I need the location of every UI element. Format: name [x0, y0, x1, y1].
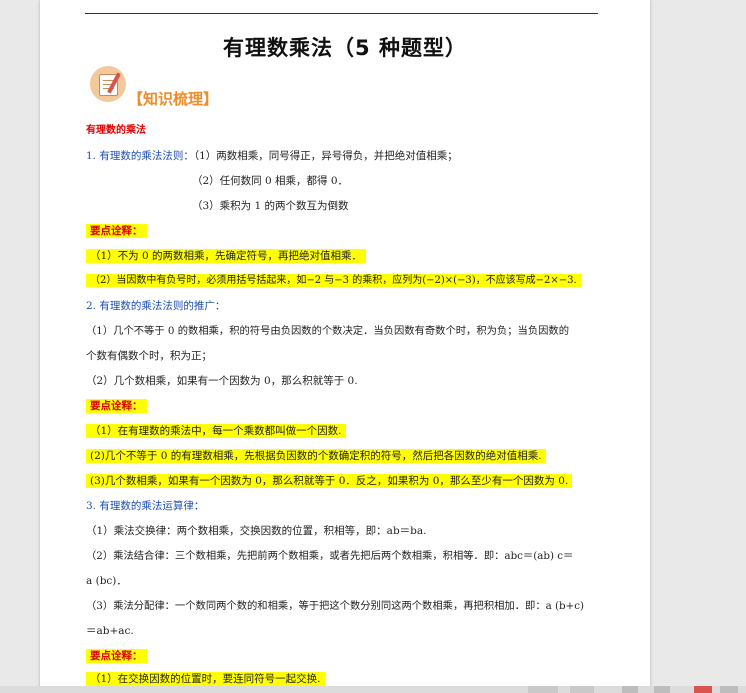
- section-heading: 【知识梳理】: [128, 90, 219, 108]
- zoom-out-icon[interactable]: [654, 686, 670, 693]
- notes1-heading-line: 要点诠释：: [86, 223, 147, 239]
- zoom-in-icon[interactable]: [720, 686, 738, 693]
- notes1-item1: （1）不为 0 的两数相乘，先确定符号，再把绝对值相乘．: [86, 249, 367, 263]
- notes1-item1-line: （1）不为 0 的两数相乘，先确定符号，再把绝对值相乘．: [86, 248, 367, 264]
- page-view-icon[interactable]: [622, 686, 638, 693]
- notes2-item2-line: (2)几个不等于 0 的有理数相乘，先根据负因数的个数确定积的符号，然后把各因数…: [86, 448, 546, 464]
- rule1-heading: 1. 有理数的乘法法则：: [86, 150, 194, 162]
- app-badge-icon[interactable]: [694, 686, 712, 693]
- header-rule: [85, 13, 598, 14]
- rule2-item1-line1: （1）几个不等于 0 的数相乘，积的符号由负因数的个数决定．当负因数有奇数个时，…: [86, 325, 570, 337]
- document-page: 有理数乘法（5 种题型） 【知识梳理】 有理数的乘法 1. 有理数的乘法法则：（…: [40, 0, 650, 693]
- notes2-item1-line: （1）在有理数的乘法中，每一个乘数都叫做一个因数.: [86, 423, 346, 439]
- notes1-item2: （2）当因数中有负号时，必须用括号括起来，如−2 与−3 的乘积，应列为(−2)…: [86, 274, 581, 287]
- rule2-item1-line2: 个数有偶数个时，积为正；: [86, 350, 212, 362]
- rule3-item1: （1）乘法交换律：两个数相乘，交换因数的位置，积相等，即：ab＝ba.: [86, 525, 427, 537]
- rule2-item2: （2）几个数相乘，如果有一个因数为 0，那么积就等于 0.: [86, 375, 358, 387]
- notes2-item1: （1）在有理数的乘法中，每一个乘数都叫做一个因数.: [86, 424, 346, 438]
- rule3-item2-line2: a (bc)．: [86, 575, 127, 587]
- rule3-item2-line1: （2）乘法结合律：三个数相乘，先把前两个数相乘，或者先把后两个数相乘，积相等．即…: [86, 550, 574, 562]
- rule1-item2: （2）任何数同 0 相乘，都得 0．: [192, 175, 349, 187]
- notes3-heading-line: 要点诠释：: [86, 648, 147, 664]
- status-bar: [0, 686, 746, 693]
- rule1-item3: （3）乘积为 1 的两个数互为倒数: [192, 200, 349, 212]
- rule2-heading: 2. 有理数的乘法法则的推广：: [86, 300, 226, 312]
- rule3-item3-line1: （3）乘法分配律：一个数同两个数的和相乘，等于把这个数分别同这两个数相乘，再把积…: [86, 600, 585, 612]
- view-mode-icon[interactable]: [528, 686, 558, 693]
- notes2-heading: 要点诠释：: [86, 399, 147, 413]
- notes2-item3: (3)几个数相乘，如果有一个因数为 0，那么积就等于 0．反之，如果积为 0，那…: [86, 474, 573, 488]
- notes1-item2-line: （2）当因数中有负号时，必须用括号括起来，如−2 与−3 的乘积，应列为(−2)…: [86, 273, 581, 289]
- notes2-heading-line: 要点诠释：: [86, 398, 147, 414]
- notes3-item1-line: （1）在交换因数的位置时，要连同符号一起交换.: [86, 671, 325, 687]
- notes1-heading: 要点诠释：: [86, 224, 147, 238]
- layout-icon[interactable]: [570, 686, 594, 693]
- page-title: 有理数乘法（5 种题型）: [223, 36, 467, 60]
- rule3-item3-line2: ＝ab+ac.: [86, 625, 134, 637]
- rule3-heading: 3. 有理数的乘法运算律：: [86, 500, 205, 512]
- notes2-item3-line: (3)几个数相乘，如果有一个因数为 0，那么积就等于 0．反之，如果积为 0，那…: [86, 473, 573, 489]
- notebook-icon: [90, 66, 126, 102]
- rule1-item1: （1）两数相乘，同号得正，异号得负，并把绝对值相乘；: [193, 150, 458, 162]
- notes3-heading: 要点诠释：: [86, 649, 147, 663]
- notes2-item2: (2)几个不等于 0 的有理数相乘，先根据负因数的个数确定积的符号，然后把各因数…: [86, 449, 546, 463]
- topic-heading: 有理数的乘法: [86, 125, 146, 136]
- notes3-item1: （1）在交换因数的位置时，要连同符号一起交换.: [86, 672, 325, 686]
- rule1-line: 1. 有理数的乘法法则：（1）两数相乘，同号得正，异号得负，并把绝对值相乘；: [86, 148, 458, 164]
